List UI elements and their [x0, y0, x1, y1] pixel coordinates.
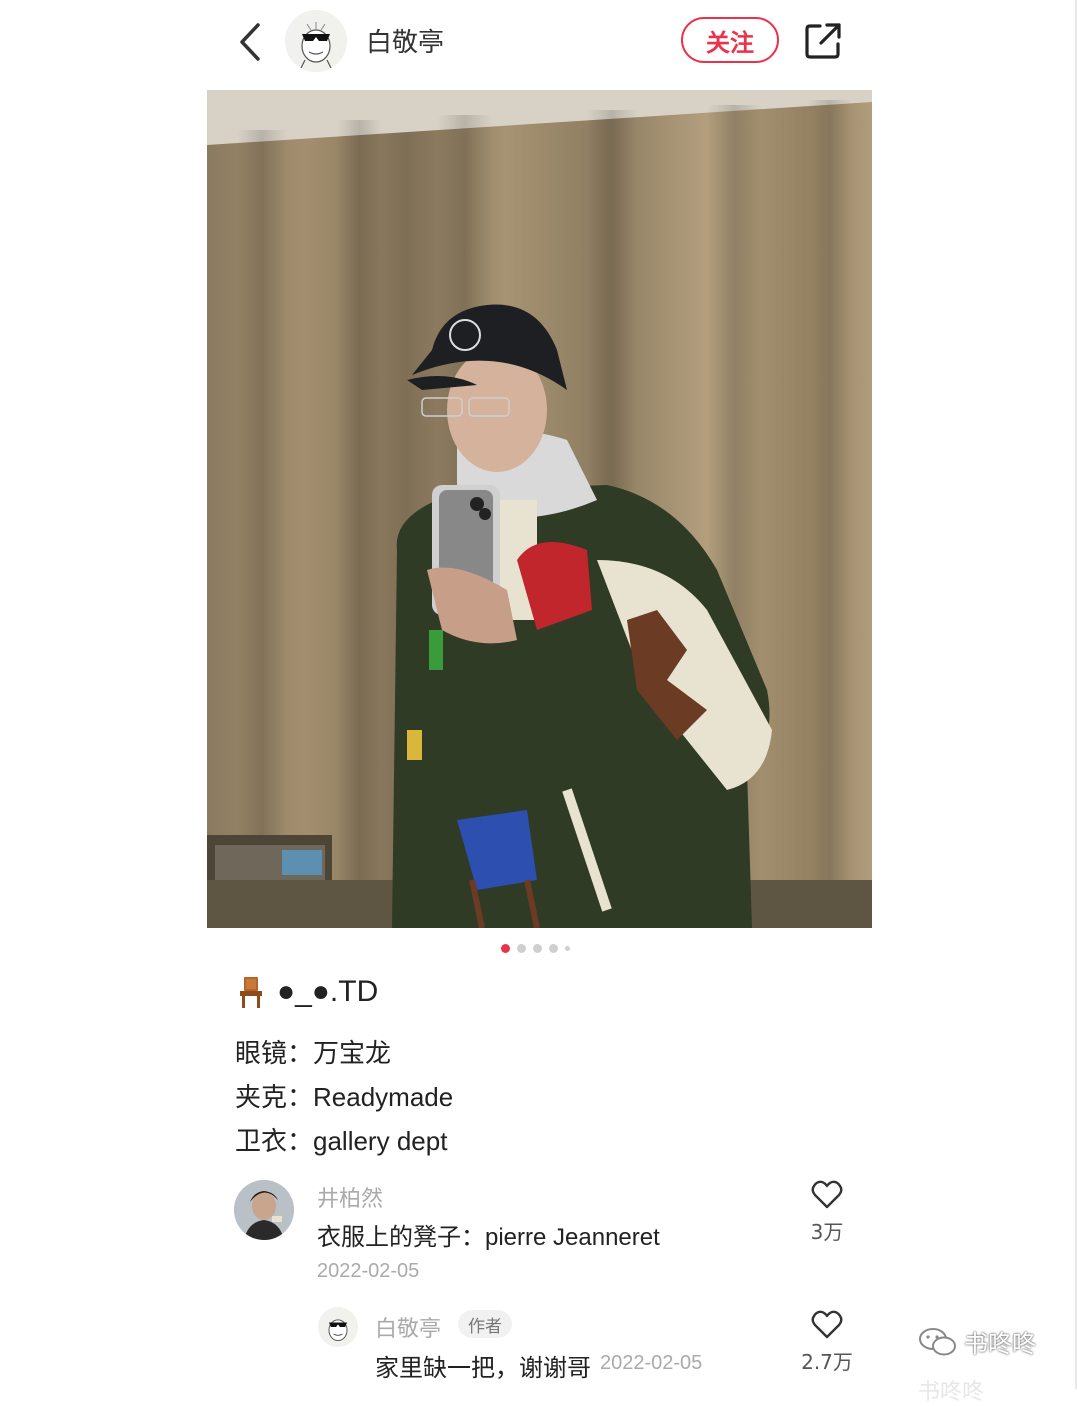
post-line-glasses: 眼镜：万宝龙 — [235, 1038, 392, 1068]
wechat-icon — [919, 1327, 956, 1355]
post-title: ●_●.TD — [235, 975, 378, 1009]
watermark-secondary: 书咚咚 — [918, 1380, 985, 1405]
comment-like-count: 3万 — [810, 1220, 844, 1244]
chevron-left-icon — [240, 23, 260, 61]
chair-emoji-icon — [240, 977, 262, 1008]
reply-date: 2022-02-05 — [600, 1352, 703, 1374]
commenter-name[interactable]: 井柏然 — [317, 1181, 383, 1213]
post-line-jacket: 夹克：Readymade — [235, 1082, 454, 1112]
cartoon-avatar-icon — [318, 1307, 358, 1347]
back-button[interactable] — [232, 20, 268, 64]
comment-like-button[interactable]: 3万 — [797, 1180, 857, 1245]
watermark: 书咚咚 — [918, 1324, 1036, 1359]
author-avatar[interactable] — [285, 10, 347, 72]
watermark-text: 书咚咚 — [964, 1330, 1036, 1358]
carousel-dot-5[interactable] — [565, 946, 570, 951]
reply-author-name[interactable]: 白敬亭 — [375, 1311, 441, 1343]
share-button[interactable] — [804, 22, 842, 60]
follow-button[interactable]: 关注 — [681, 17, 779, 63]
reply-like-count: 2.7万 — [801, 1350, 853, 1374]
carousel-dot-1[interactable] — [501, 944, 510, 953]
comment-date: 2022-02-05 — [317, 1260, 420, 1282]
author-name[interactable]: 白敬亭 — [366, 22, 444, 59]
post-title-text: ●_●.TD — [277, 975, 379, 1008]
comment-text: 衣服上的凳子：pierre Jeanneret — [317, 1224, 660, 1251]
heart-icon — [811, 1180, 843, 1209]
commenter-avatar[interactable] — [234, 1180, 294, 1240]
carousel-dot-4[interactable] — [549, 944, 558, 953]
cartoon-avatar-icon — [285, 10, 347, 72]
reply-author-avatar[interactable] — [318, 1307, 358, 1347]
heart-icon — [811, 1310, 843, 1339]
carousel-indicator — [501, 944, 570, 953]
carousel-dot-3[interactable] — [533, 944, 542, 953]
commenter-photo — [234, 1180, 294, 1240]
top-bar: 白敬亭 关注 — [0, 0, 1077, 88]
mirror-selfie-image — [207, 90, 872, 928]
reply-text: 家里缺一把，谢谢哥 — [375, 1355, 591, 1382]
post-line-hoodie: 卫衣：gallery dept — [235, 1126, 448, 1156]
post-photo[interactable] — [207, 90, 872, 928]
reply-like-button[interactable]: 2.7万 — [797, 1310, 857, 1375]
share-icon — [805, 23, 841, 59]
carousel-dot-2[interactable] — [517, 944, 526, 953]
author-badge: 作者 — [458, 1310, 512, 1338]
